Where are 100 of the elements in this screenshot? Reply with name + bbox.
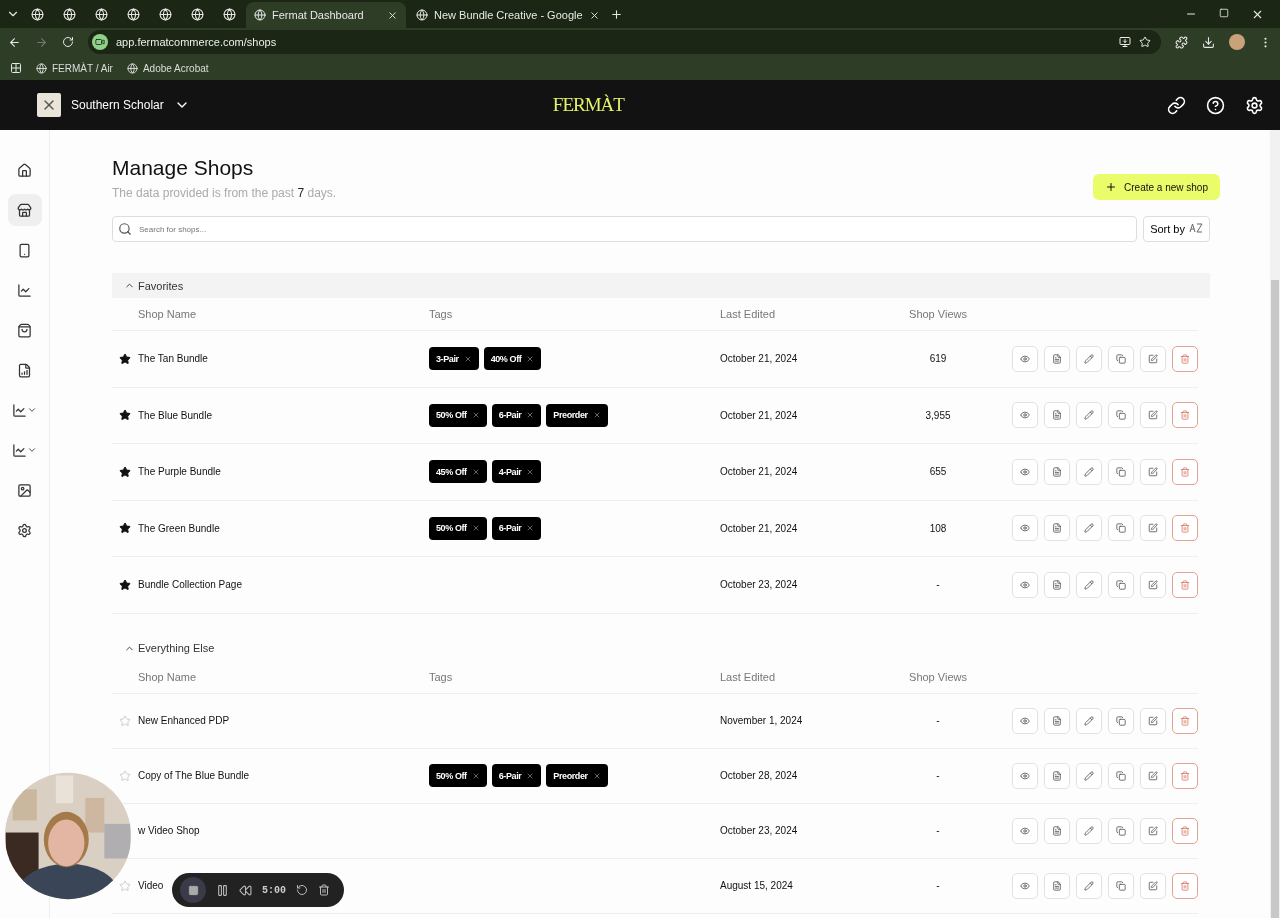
rename-button[interactable] xyxy=(1140,817,1166,844)
close-icon[interactable] xyxy=(589,9,600,21)
duplicate-button[interactable] xyxy=(1108,458,1134,485)
remove-icon[interactable] xyxy=(471,771,480,780)
stop-button[interactable] xyxy=(180,877,206,903)
link-icon[interactable] xyxy=(1167,95,1186,115)
favorite-star-icon[interactable] xyxy=(119,465,131,478)
browser-tab[interactable]: New Bundle Creative - Google xyxy=(408,2,608,28)
close-icon[interactable] xyxy=(387,9,398,21)
preview-button[interactable] xyxy=(1012,707,1038,734)
preview-button[interactable] xyxy=(1012,872,1038,899)
bookmark-link[interactable]: Adobe Acrobat xyxy=(126,62,209,74)
preview-button[interactable] xyxy=(1012,402,1038,429)
duplicate-button[interactable] xyxy=(1108,515,1134,542)
favorite-star-icon[interactable] xyxy=(119,522,131,535)
delete-button[interactable] xyxy=(1172,458,1198,485)
duplicate-button[interactable] xyxy=(1108,762,1134,789)
scrollbar-thumb[interactable] xyxy=(1271,280,1279,918)
analytics-button[interactable] xyxy=(1044,458,1070,485)
preview-button[interactable] xyxy=(1012,515,1038,542)
settings-icon[interactable] xyxy=(1245,95,1264,115)
rename-button[interactable] xyxy=(1140,345,1166,372)
rename-button[interactable] xyxy=(1140,458,1166,485)
avatar-icon[interactable] xyxy=(1229,34,1245,50)
edit-button[interactable] xyxy=(1076,762,1102,789)
analytics-button[interactable] xyxy=(1044,515,1070,542)
preview-button[interactable] xyxy=(1012,762,1038,789)
duplicate-button[interactable] xyxy=(1108,707,1134,734)
rename-button[interactable] xyxy=(1140,872,1166,899)
edit-button[interactable] xyxy=(1076,872,1102,899)
remove-icon[interactable] xyxy=(471,411,480,420)
rename-button[interactable] xyxy=(1140,515,1166,542)
delete-button[interactable] xyxy=(1172,707,1198,734)
duplicate-button[interactable] xyxy=(1108,571,1134,598)
remove-icon[interactable] xyxy=(471,467,480,476)
favorite-star-icon[interactable] xyxy=(119,352,131,365)
preview-button[interactable] xyxy=(1012,571,1038,598)
analytics-button[interactable] xyxy=(1044,345,1070,372)
remove-icon[interactable] xyxy=(471,524,480,533)
download-icon[interactable] xyxy=(1202,35,1215,49)
duplicate-button[interactable] xyxy=(1108,872,1134,899)
analytics-button[interactable] xyxy=(1044,762,1070,789)
rewind-icon[interactable] xyxy=(239,883,252,897)
create-shop-button[interactable]: Create a new shop xyxy=(1093,174,1220,200)
analytics-button[interactable] xyxy=(1044,571,1070,598)
remove-icon[interactable] xyxy=(592,771,601,780)
store-name[interactable]: Southern Scholar xyxy=(71,98,164,112)
analytics-button[interactable] xyxy=(1044,817,1070,844)
preview-button[interactable] xyxy=(1012,345,1038,372)
back-icon[interactable] xyxy=(8,35,21,49)
duplicate-button[interactable] xyxy=(1108,345,1134,372)
delete-button[interactable] xyxy=(1172,402,1198,429)
extensions-icon[interactable] xyxy=(1175,35,1188,49)
delete-button[interactable] xyxy=(1172,345,1198,372)
bookmark-star-icon[interactable] xyxy=(1139,36,1151,48)
restart-icon[interactable] xyxy=(296,884,308,896)
analytics-button[interactable] xyxy=(1044,402,1070,429)
reload-icon[interactable] xyxy=(62,36,74,48)
analytics-button[interactable] xyxy=(1044,872,1070,899)
edit-button[interactable] xyxy=(1076,345,1102,372)
delete-button[interactable] xyxy=(1172,817,1198,844)
section-header[interactable]: Favorites xyxy=(112,273,1210,298)
rename-button[interactable] xyxy=(1140,707,1166,734)
remove-icon[interactable] xyxy=(526,467,535,476)
delete-button[interactable] xyxy=(1172,515,1198,542)
maximize-icon[interactable] xyxy=(1219,7,1229,18)
search-field[interactable]: Search for shops... xyxy=(112,216,1138,242)
rename-button[interactable] xyxy=(1140,762,1166,789)
favorite-star-icon[interactable] xyxy=(119,578,131,591)
duplicate-button[interactable] xyxy=(1108,817,1134,844)
install-icon[interactable] xyxy=(1119,36,1131,48)
forward-icon[interactable] xyxy=(35,35,48,49)
help-icon[interactable] xyxy=(1206,95,1225,115)
apps-icon[interactable] xyxy=(10,62,22,74)
edit-button[interactable] xyxy=(1076,817,1102,844)
address-bar[interactable]: app.fermatcommerce.com/shops xyxy=(88,30,1161,54)
rename-button[interactable] xyxy=(1140,402,1166,429)
bookmark-link[interactable]: FERMÀT / Air xyxy=(36,62,113,74)
duplicate-button[interactable] xyxy=(1108,402,1134,429)
delete-button[interactable] xyxy=(1172,762,1198,789)
preview-button[interactable] xyxy=(1012,458,1038,485)
rename-button[interactable] xyxy=(1140,571,1166,598)
pause-icon[interactable] xyxy=(216,883,229,897)
remove-icon[interactable] xyxy=(526,354,535,363)
remove-icon[interactable] xyxy=(526,771,535,780)
remove-icon[interactable] xyxy=(463,354,472,363)
remove-icon[interactable] xyxy=(592,411,601,420)
delete-icon[interactable] xyxy=(318,884,330,896)
edit-button[interactable] xyxy=(1076,571,1102,598)
delete-button[interactable] xyxy=(1172,571,1198,598)
delete-button[interactable] xyxy=(1172,872,1198,899)
edit-button[interactable] xyxy=(1076,515,1102,542)
edit-button[interactable] xyxy=(1076,707,1102,734)
edit-button[interactable] xyxy=(1076,402,1102,429)
sidebar-item[interactable] xyxy=(7,194,42,226)
browser-tab[interactable]: Fermat Dashboard xyxy=(246,2,406,28)
analytics-button[interactable] xyxy=(1044,707,1070,734)
remove-icon[interactable] xyxy=(526,524,535,533)
remove-icon[interactable] xyxy=(526,411,535,420)
section-header[interactable]: Everything Else xyxy=(112,635,1210,661)
